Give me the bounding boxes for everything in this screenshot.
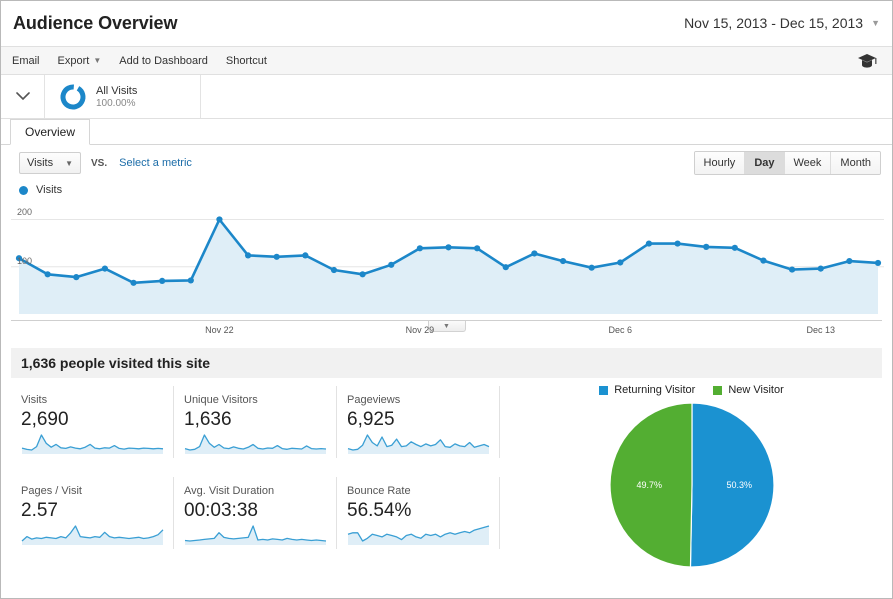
legend-dot-icon: [19, 185, 28, 195]
toolbar-item-label: Shortcut: [225, 54, 267, 67]
action-toolbar: Email Export ▼ Add to Dashboard Shortcut: [1, 47, 892, 75]
tab-strip: Overview: [1, 119, 892, 145]
summary-banner: 1,636 people visited this site: [11, 348, 882, 378]
pie-legend: Returning Visitor New Visitor: [501, 384, 882, 396]
granularity-label: Hourly: [703, 157, 736, 169]
granularity-month[interactable]: Month: [831, 152, 880, 174]
metric-label: Avg. Visit Duration: [184, 485, 275, 497]
metric-selector-row: Visits ▼ VS. Select a metric Hourly Day …: [1, 145, 892, 181]
segment-name: All Visits: [96, 84, 138, 97]
pie-legend-label: New Visitor: [728, 384, 784, 396]
toolbar-item-add-to-dashboard[interactable]: Add to Dashboard: [119, 55, 208, 67]
metric-label: Bounce Rate: [347, 485, 411, 497]
toolbar-item-shortcut[interactable]: Shortcut: [226, 55, 267, 67]
pie-slice-label-new: 49.7%: [636, 480, 663, 490]
pie-wrapper: [501, 402, 882, 568]
metric-label: Visits: [21, 394, 48, 406]
x-axis-tick: Nov 29: [405, 325, 435, 335]
segment-all-visits[interactable]: All Visits 100.00%: [45, 75, 201, 118]
metric-sparkline: [347, 434, 490, 454]
vs-label: VS.: [91, 157, 108, 169]
y-axis-tick-200: 200: [17, 207, 33, 218]
metric-sparkline: [21, 434, 164, 454]
metric-value: 2,690: [21, 409, 69, 430]
granularity-day[interactable]: Day: [745, 152, 785, 174]
chart-x-axis: ▼ Nov 22 Nov 29 Dec 6 Dec 13: [11, 320, 882, 340]
chevron-down-icon: ▼: [65, 158, 74, 168]
legend-swatch-icon: [713, 385, 723, 395]
y-axis-tick-100: 100: [17, 255, 33, 266]
toolbar-item-email[interactable]: Email: [12, 55, 40, 67]
primary-metric-label: Visits: [27, 157, 54, 169]
chevron-down-icon: ▼: [871, 17, 880, 28]
donut-chart-icon: [60, 84, 86, 109]
metric-sparkline: [184, 525, 327, 545]
graduation-cap-icon[interactable]: [856, 52, 878, 70]
legend-swatch-icon: [599, 385, 609, 395]
page-header: Audience Overview Nov 15, 2013 - Dec 15,…: [1, 1, 892, 47]
toolbar-item-label: Email: [12, 54, 40, 67]
x-axis-tick: Dec 13: [806, 325, 835, 335]
tab-overview[interactable]: Overview: [10, 119, 91, 145]
primary-metric-select[interactable]: Visits ▼: [19, 152, 82, 174]
metric-value: 1,636: [184, 409, 232, 430]
page-title: Audience Overview: [13, 13, 178, 33]
date-range-picker[interactable]: Nov 15, 2013 - Dec 15, 2013 ▼: [674, 9, 884, 37]
granularity-hourly[interactable]: Hourly: [694, 152, 746, 174]
granularity-label: Day: [754, 157, 775, 169]
select-a-metric-link[interactable]: Select a metric: [119, 157, 192, 169]
lower-section: Visits 2,690 Unique Visitors 1,636 Pagev…: [11, 378, 882, 568]
metric-cell-unique-visitors[interactable]: Unique Visitors 1,636: [174, 386, 337, 458]
metric-label: Unique Visitors: [184, 394, 258, 406]
chart-legend: Visits: [1, 181, 892, 198]
granularity-toggle-group: Hourly Day Week Month: [693, 151, 881, 175]
segment-expander-button[interactable]: [1, 75, 45, 118]
analytics-audience-overview-page: Audience Overview Nov 15, 2013 - Dec 15,…: [0, 0, 893, 599]
pie-legend-item-returning[interactable]: Returning Visitor: [599, 384, 695, 396]
pie-legend-label: Returning Visitor: [614, 384, 696, 396]
metric-value: 6,925: [347, 409, 395, 430]
pie-slice-label-returning: 50.3%: [726, 480, 753, 490]
metric-value: 00:03:38: [184, 500, 258, 521]
toolbar-item-label: Add to Dashboard: [119, 54, 208, 67]
metric-sparkline: [184, 434, 327, 454]
metric-cell-avg-visit-duration[interactable]: Avg. Visit Duration 00:03:38: [174, 477, 337, 549]
segment-percent: 100.00%: [96, 97, 136, 109]
visitor-type-pie-chart: Returning Visitor New Visitor 50.3% 49.7…: [501, 378, 882, 568]
granularity-week[interactable]: Week: [784, 152, 832, 174]
chevron-down-icon: [15, 92, 30, 101]
granularity-label: Month: [840, 157, 871, 169]
visits-line-chart[interactable]: 200 100: [11, 200, 884, 320]
metric-cell-pageviews[interactable]: Pageviews 6,925: [337, 386, 500, 458]
toolbar-item-export[interactable]: Export ▼: [58, 55, 102, 67]
metric-value: 2.57: [21, 500, 58, 521]
metric-cell-pages-per-visit[interactable]: Pages / Visit 2.57: [11, 477, 174, 549]
metric-sparkline: [21, 525, 164, 545]
segment-bar: All Visits 100.00%: [1, 75, 892, 119]
tab-label: Overview: [25, 125, 76, 139]
x-axis-tick: Nov 22: [205, 325, 234, 335]
metric-label: Pageviews: [347, 394, 401, 406]
legend-series-label[interactable]: Visits: [36, 184, 62, 196]
pie-legend-item-new[interactable]: New Visitor: [713, 384, 784, 396]
metric-sparkline: [347, 525, 490, 545]
metrics-grid: Visits 2,690 Unique Visitors 1,636 Pagev…: [11, 378, 501, 568]
summary-text: 1,636 people visited this site: [21, 355, 211, 371]
x-axis-tick: Dec 6: [608, 325, 633, 335]
metric-cell-visits[interactable]: Visits 2,690: [11, 386, 174, 458]
metric-value: 56.54%: [347, 500, 412, 521]
metric-cell-bounce-rate[interactable]: Bounce Rate 56.54%: [337, 477, 500, 549]
granularity-label: Week: [793, 157, 822, 169]
date-range-label: Nov 15, 2013 - Dec 15, 2013: [684, 15, 864, 31]
metric-label: Pages / Visit: [21, 485, 82, 497]
chevron-down-icon: ▼: [93, 56, 102, 65]
toolbar-item-label: Export: [57, 54, 90, 67]
visits-line-chart-svg: [11, 216, 884, 314]
